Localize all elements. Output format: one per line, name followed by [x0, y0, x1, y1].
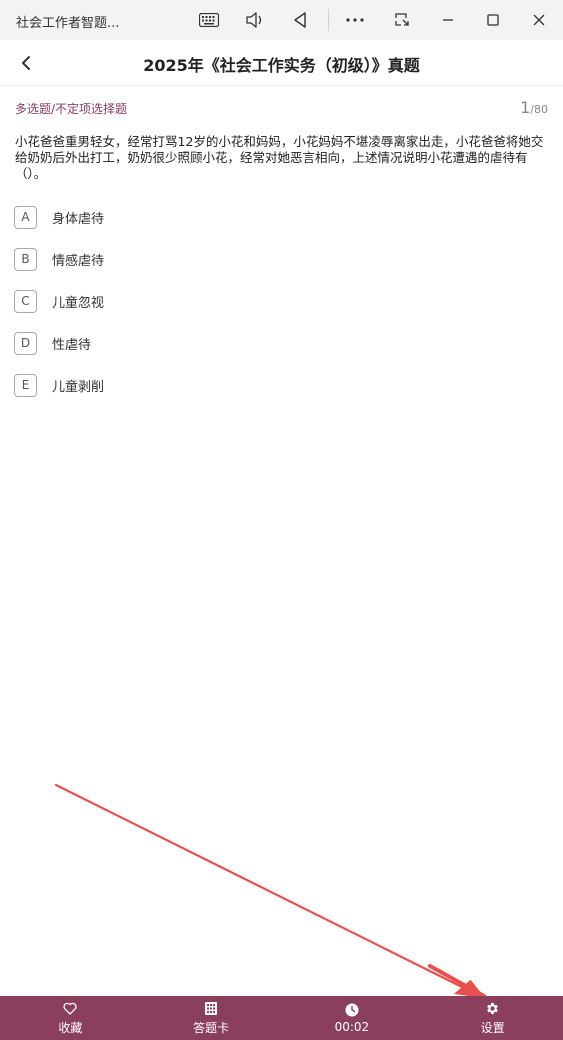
keyboard-icon[interactable] — [197, 8, 221, 32]
app-title: 社会工作者智题... — [16, 16, 120, 31]
favorite-label: 收藏 — [58, 1020, 83, 1035]
question-total: /80 — [530, 103, 548, 116]
question-current: 1 — [520, 98, 531, 117]
screenshot-icon[interactable] — [390, 8, 414, 32]
close-icon[interactable] — [527, 8, 551, 32]
clock-icon — [345, 1002, 359, 1018]
more-icon[interactable] — [343, 8, 367, 32]
gear-icon — [485, 1001, 500, 1017]
maximize-icon[interactable] — [481, 8, 505, 32]
answer-card-button[interactable]: 答题卡 — [141, 996, 282, 1040]
option-a[interactable]: A 身体虐待 — [14, 205, 314, 229]
settings-button[interactable]: 设置 — [422, 996, 563, 1040]
favorite-button[interactable]: 收藏 — [0, 996, 141, 1040]
settings-label: 设置 — [480, 1020, 505, 1035]
option-c[interactable]: C 儿童忽视 — [14, 289, 314, 313]
grid-icon — [205, 1001, 218, 1017]
option-text: 性虐待 — [52, 337, 92, 353]
heart-icon — [63, 1001, 77, 1017]
window-titlebar: 社会工作者智题... — [0, 0, 563, 40]
timer-value: 00:02 — [334, 1020, 370, 1034]
option-e[interactable]: E 儿童剥削 — [14, 373, 314, 397]
page-title: 2025年《社会工作实务（初级）》真题 — [143, 56, 420, 75]
option-text: 儿童剥削 — [52, 379, 105, 395]
option-text: 儿童忽视 — [52, 295, 105, 311]
question-type: 多选题/不定项选择题 — [15, 102, 128, 116]
question-counter: 1/80 — [520, 98, 548, 117]
question-text: 小花爸爸重男轻女，经常打骂12岁的小花和妈妈，小花妈妈不堪凌辱离家出走，小花爸爸… — [15, 134, 544, 181]
option-key: A — [14, 205, 37, 229]
bottom-toolbar: 收藏 答题卡 00:02 设置 — [0, 996, 563, 1040]
answer-card-label: 答题卡 — [193, 1020, 230, 1035]
minimize-icon[interactable] — [436, 8, 460, 32]
timer[interactable]: 00:02 — [282, 996, 423, 1040]
page-header: 2025年《社会工作实务（初级）》真题 — [0, 40, 563, 86]
back-triangle-icon[interactable] — [288, 8, 312, 32]
option-b[interactable]: B 情感虐待 — [14, 247, 314, 271]
speaker-icon[interactable] — [243, 8, 267, 32]
option-key: D — [14, 331, 37, 355]
titlebar-separator — [328, 9, 329, 31]
option-d[interactable]: D 性虐待 — [14, 331, 314, 355]
option-key: C — [14, 289, 37, 313]
option-text: 情感虐待 — [52, 253, 105, 269]
option-key: B — [14, 247, 37, 271]
option-key: E — [14, 373, 37, 397]
option-text: 身体虐待 — [52, 211, 105, 227]
